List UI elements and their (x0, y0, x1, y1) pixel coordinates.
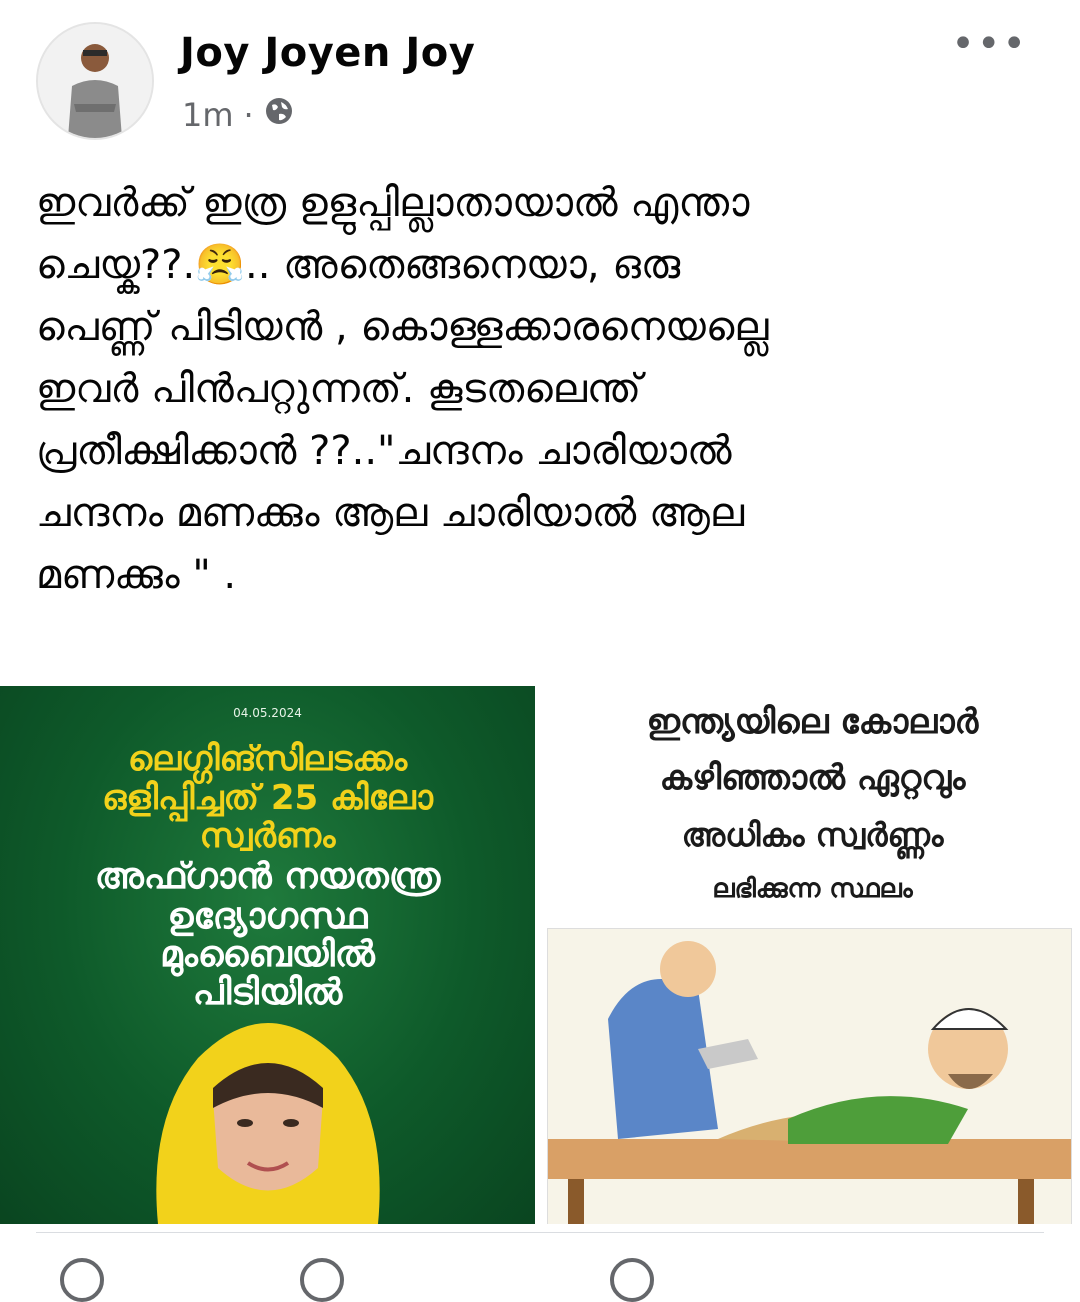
post-text-line: ചന്ദനം മണക്കും ആല ചാരിയാൽ ആല (36, 490, 745, 536)
cartoon-caption-line: കഴിഞ്ഞാൽ ഏറ്റവും (659, 758, 966, 798)
post-text-line: പെണ്ണ് പിടിയൻ , കൊള്ളക്കാരനെയല്ലെ (36, 304, 769, 350)
news-headline-line: ലെഗ്ഗിങ്സിലടക്കം (127, 739, 408, 779)
news-headline-line: അഫ്ഗാൻ നയതന്ത്ര (94, 856, 441, 897)
post-text-line: മണക്കും " . (36, 552, 237, 598)
post-text: ഇവർക്ക് ഇത്ര ഉളുപ്പില്ലാതായാൽ എന്താ ചെയ്… (36, 172, 1046, 606)
post-actions (0, 1250, 1080, 1302)
meta-separator: · (243, 96, 254, 134)
post-meta: 1m · (182, 96, 294, 134)
post-images: 04.05.2024 ലെഗ്ഗിങ്സിലടക്കം ഒളിപ്പിച്ചത്… (0, 686, 1080, 1224)
cartoon-caption-line: അധികം സ്വർണ്ണം (681, 816, 944, 854)
news-headline-line: മുംബൈയിൽ (160, 934, 375, 975)
globe-icon[interactable] (264, 96, 294, 134)
like-icon[interactable] (60, 1258, 104, 1302)
cartoon-caption-line: ഇന്ത്യയിലെ കോലാർ (646, 702, 979, 742)
news-headline-line: ഒളിപ്പിച്ചത് 25 കിലോ (102, 778, 433, 818)
news-headline-line: ഉദ്യോഗസ്ഥ (167, 896, 368, 937)
author-name[interactable]: Joy Joyen Joy (180, 30, 475, 76)
avatar-photo (38, 24, 152, 138)
news-image[interactable]: 04.05.2024 ലെഗ്ഗിങ്സിലടക്കം ഒളിപ്പിച്ചത്… (0, 686, 535, 1224)
action-divider (36, 1232, 1044, 1233)
post-text-line: ഇവർക്ക് ഇത്ര ഉളുപ്പില്ലാതായാൽ എന്താ (36, 180, 750, 226)
post-text-line: ചെയ്ക??.😤.. അതെങ്ങനെയാ, ഒരു (36, 242, 681, 288)
cartoon-drawing (547, 928, 1072, 1224)
share-icon[interactable] (610, 1258, 654, 1302)
post-header: Joy Joyen Joy 1m · ••• (0, 0, 1080, 150)
post-text-line: പ്രതീക്ഷിക്കാൻ ??.."ചന്ദനം ചാരിയാൽ (36, 428, 732, 474)
post-time[interactable]: 1m (182, 96, 234, 134)
news-headline-line: സ്വർണം (199, 816, 336, 856)
news-date: 04.05.2024 (233, 706, 302, 720)
post-text-line: ഇവർ പിൻപറ്റുന്നത്. കൂടതലെന്ത് (36, 366, 642, 412)
woman-portrait (156, 1023, 380, 1224)
cartoon-caption-line: ലഭിക്കുന്ന സ്ഥലം (712, 874, 913, 904)
author-avatar[interactable] (36, 22, 154, 140)
cartoon-image[interactable]: ഇന്ത്യയിലെ കോലാർ കഴിഞ്ഞാൽ ഏറ്റവും അധികം … (545, 686, 1080, 1224)
comment-icon[interactable] (300, 1258, 344, 1302)
more-options-icon[interactable]: ••• (951, 24, 1028, 64)
